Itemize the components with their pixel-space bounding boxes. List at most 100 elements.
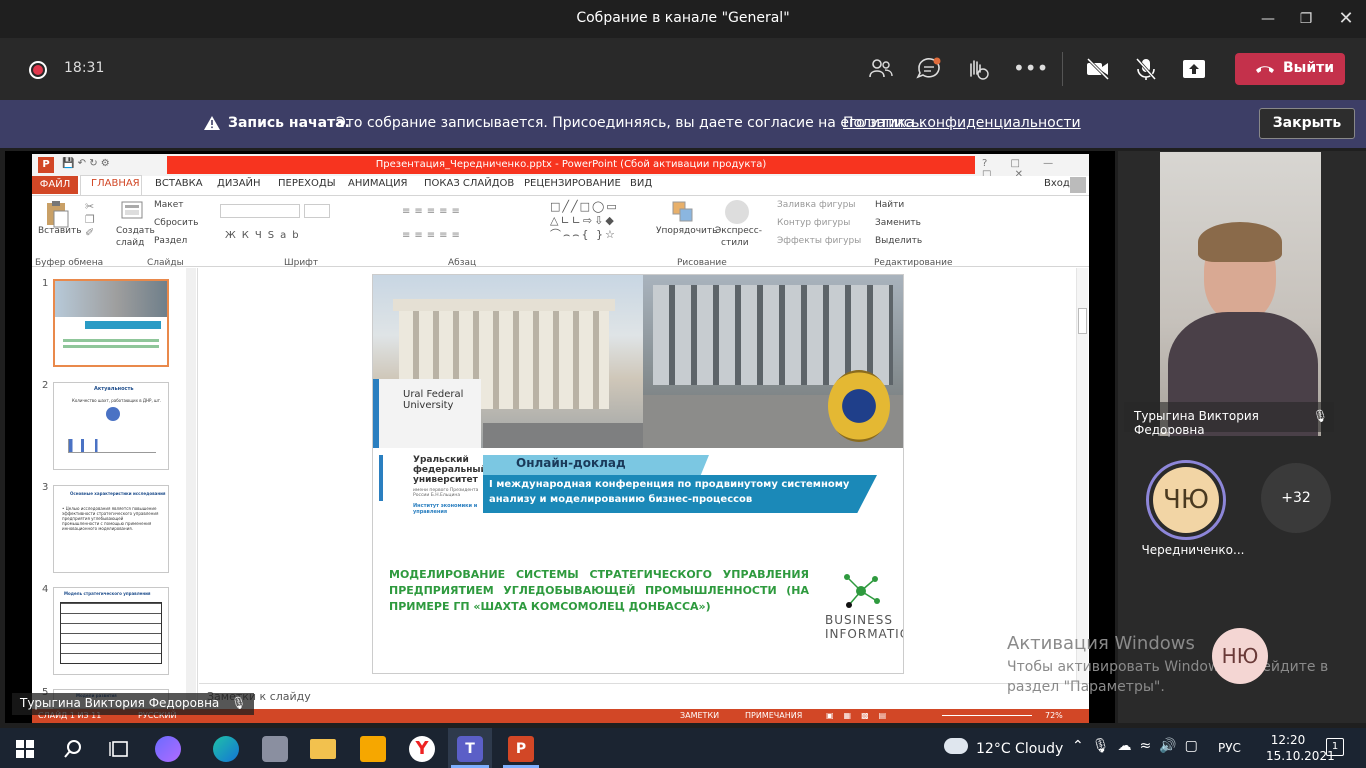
windows-start-icon[interactable] [12,736,38,762]
leave-label: Выйти [1283,60,1335,76]
slide-thumb-3[interactable]: Основные характеристики исследования • Ц… [53,485,169,573]
camera-off-icon[interactable] [1084,56,1112,82]
align-icons[interactable]: ≡≡≡≡≡ [402,230,464,241]
participants-icon[interactable] [867,56,895,82]
powerpoint-taskbar-icon[interactable]: P [508,736,534,762]
cortana-app-icon[interactable] [155,736,181,762]
yandex-browser-icon[interactable]: Y [409,736,435,762]
shapes-gallery[interactable]: □╱╱□◯▭ △∟∟⇨⇩◆ ⌒⌢⌢{ }☆ [550,200,650,244]
mic-off-icon[interactable] [1132,56,1160,82]
zoom-slider[interactable] [942,715,1032,716]
styles-label1[interactable]: Экспресс- [715,226,762,236]
thumb-number: 4 [42,584,49,595]
store-icon[interactable] [360,736,386,762]
slide-scrollbar[interactable] [1076,268,1088,683]
layout-button[interactable]: Макет [154,200,184,210]
reset-button[interactable]: Сбросить [154,218,198,228]
share-screen-icon[interactable] [1180,56,1208,82]
tab-design[interactable]: ДИЗАЙН [217,178,261,189]
replace-button[interactable]: Заменить [875,218,921,228]
thumb-number: 1 [42,278,49,289]
tab-insert[interactable]: ВСТАВКА [155,178,203,189]
shape-fill-button[interactable]: Заливка фигуры [777,200,855,210]
close-banner-button[interactable]: Закрыть [1259,108,1355,139]
new-slide-label1[interactable]: Создать [116,226,155,236]
edge-icon[interactable] [213,736,239,762]
tray-icons[interactable]: ⌃🎙☁≈🔊▢ [1072,738,1206,754]
avatar-name: Чередниченко... [1141,543,1245,557]
slide-thumb-2[interactable]: Актуальность Количество шахт, работающих… [53,382,169,470]
group-slides: Слайды [147,258,184,268]
login-link[interactable]: Вход [1044,178,1070,189]
shape-effects-button[interactable]: Эффекты фигуры [777,236,861,246]
more-actions-icon[interactable]: ••• [1013,56,1048,80]
raise-hand-icon[interactable] [963,56,991,82]
maximize-icon[interactable]: ❐ [1295,8,1317,30]
tab-animation[interactable]: АНИМАЦИЯ [348,178,408,189]
font-size-box[interactable] [304,204,330,218]
close-icon[interactable]: ✕ [1335,8,1357,30]
new-slide-icon[interactable] [120,199,144,225]
file-explorer-icon[interactable] [310,739,336,759]
quick-access-icons[interactable]: 💾 ↶ ↻ ⚙ [62,158,110,169]
thumb-number: 2 [42,380,49,391]
thumbnail-scrollbar[interactable] [186,268,196,709]
sign-line1: Ural Federal [403,389,464,400]
select-button[interactable]: Выделить [875,236,922,246]
paste-icon[interactable] [44,199,70,229]
minimize-icon[interactable]: — [1257,8,1279,30]
more-participants-button[interactable]: +32 [1261,463,1331,533]
notes-pane[interactable]: Заметки к слайду [199,683,1089,709]
thumb2-bars [68,439,156,453]
clipboard-small-icons[interactable]: ✂ ❐ ✐ [85,200,95,239]
status-notes-button[interactable]: ЗАМЕТКИ [680,711,719,720]
avatar-cherednichenko[interactable]: ЧЮ [1153,467,1219,533]
slide-thumb-4[interactable]: Модель стратегического управления [53,587,169,675]
current-slide[interactable]: Ural Federal University Уральский федера… [372,274,904,674]
tab-slideshow[interactable]: ПОКАЗ СЛАЙДОВ [424,178,514,189]
recording-icon [29,61,47,79]
search-icon[interactable] [60,736,86,762]
weather-text[interactable]: 12°C Cloudy [976,741,1063,757]
styles-label2[interactable]: стили [721,238,749,248]
warning-icon [204,116,220,130]
tab-home[interactable]: ГЛАВНАЯ [91,178,140,189]
quick-styles-icon[interactable] [725,200,749,224]
privacy-link[interactable]: Политика конфиденциальности [843,115,1081,131]
arrange-icon[interactable] [670,199,696,225]
clock[interactable]: 12:20 15.10.2021 [1266,732,1335,764]
notifications-icon[interactable]: 1 [1326,738,1344,756]
shape-outline-button[interactable]: Контур фигуры [777,218,850,228]
clock-time: 12:20 [1270,733,1306,747]
input-language[interactable]: РУС [1218,741,1241,755]
paragraph-icons[interactable]: ≡≡≡≡≡ [402,206,464,217]
participant-video[interactable] [1160,152,1321,436]
activation-line2: раздел "Параметры". [1007,679,1165,695]
slide-thumb-1[interactable] [53,279,169,367]
group-editing: Редактирование [874,258,953,268]
font-name-box[interactable] [220,204,300,218]
bi-logo-text: BUSINESS INFORMATICS [825,613,903,641]
teams-icon[interactable]: T [457,736,483,762]
arrange-label[interactable]: Упорядочить [656,226,717,236]
paint-app-icon[interactable] [262,736,288,762]
tab-transitions[interactable]: ПЕРЕХОДЫ [278,178,336,189]
chat-icon[interactable] [915,56,943,82]
new-slide-label2[interactable]: слайд [116,238,144,248]
leave-button[interactable]: Выйти [1235,53,1345,85]
emblem-icon [828,370,890,442]
thumb3-title: Основные характеристики исследования [70,491,166,496]
tab-file[interactable]: ФАЙЛ [32,176,78,194]
find-button[interactable]: Найти [875,200,904,210]
font-format-icons[interactable]: ЖКЧSab [225,230,305,241]
view-buttons[interactable]: ▣▦▩▤ [826,711,896,720]
section-button[interactable]: Раздел [154,236,187,246]
task-view-icon[interactable] [107,736,133,762]
paste-label[interactable]: Вставить [38,226,82,236]
tab-review[interactable]: РЕЦЕНЗИРОВАНИЕ [524,178,621,189]
status-comments-button[interactable]: ПРИМЕЧАНИЯ [745,711,802,720]
avatar-nyu[interactable]: НЮ [1212,628,1268,684]
online-label: Онлайн-доклад [516,456,626,470]
thumb2-title: Актуальность [94,386,134,392]
tab-view[interactable]: ВИД [630,178,652,189]
